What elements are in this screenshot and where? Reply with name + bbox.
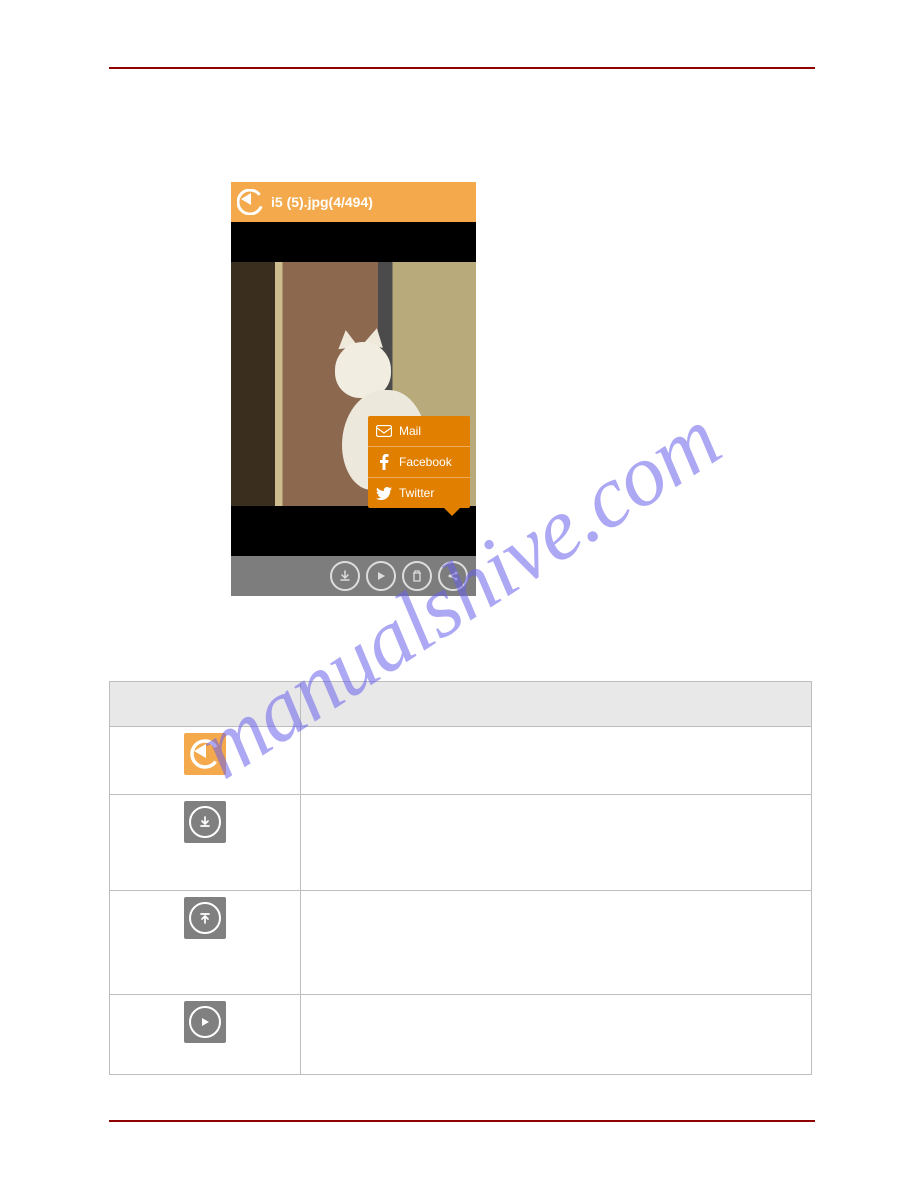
table-header-icon — [110, 682, 301, 727]
delete-icon[interactable] — [402, 561, 432, 591]
toolbar — [231, 556, 476, 596]
table-row — [110, 727, 812, 795]
photo-viewport: Mail Facebook Twit — [231, 222, 476, 556]
bottom-rule — [109, 1120, 815, 1122]
download-icon — [184, 801, 226, 843]
back-icon[interactable] — [235, 187, 265, 217]
facebook-icon — [374, 454, 394, 470]
table-desc — [301, 727, 812, 795]
share-mail[interactable]: Mail — [368, 416, 470, 447]
share-twitter[interactable]: Twitter — [368, 478, 470, 508]
download-icon[interactable] — [330, 561, 360, 591]
play-icon — [184, 1001, 226, 1043]
play-icon[interactable] — [366, 561, 396, 591]
twitter-icon — [374, 487, 394, 500]
share-facebook-label: Facebook — [399, 455, 452, 469]
table-row — [110, 795, 812, 891]
icon-table — [109, 681, 812, 1075]
app-header: i5 (5).jpg(4/494) — [231, 182, 476, 222]
table-row — [110, 891, 812, 995]
table-desc — [301, 795, 812, 891]
top-rule — [109, 67, 815, 69]
upload-icon — [184, 897, 226, 939]
share-twitter-label: Twitter — [399, 486, 434, 500]
share-facebook[interactable]: Facebook — [368, 447, 470, 478]
share-icon[interactable] — [438, 561, 468, 591]
screenshot: i5 (5).jpg(4/494) — [231, 182, 476, 596]
table-header-desc — [301, 682, 812, 727]
table-desc — [301, 891, 812, 995]
share-popover: Mail Facebook Twit — [368, 416, 470, 508]
table-header-row — [110, 682, 812, 727]
table-desc — [301, 995, 812, 1075]
table-row — [110, 995, 812, 1075]
mail-icon — [374, 425, 394, 437]
back-icon — [184, 733, 226, 775]
file-title: i5 (5).jpg(4/494) — [271, 194, 476, 210]
share-mail-label: Mail — [399, 424, 421, 438]
